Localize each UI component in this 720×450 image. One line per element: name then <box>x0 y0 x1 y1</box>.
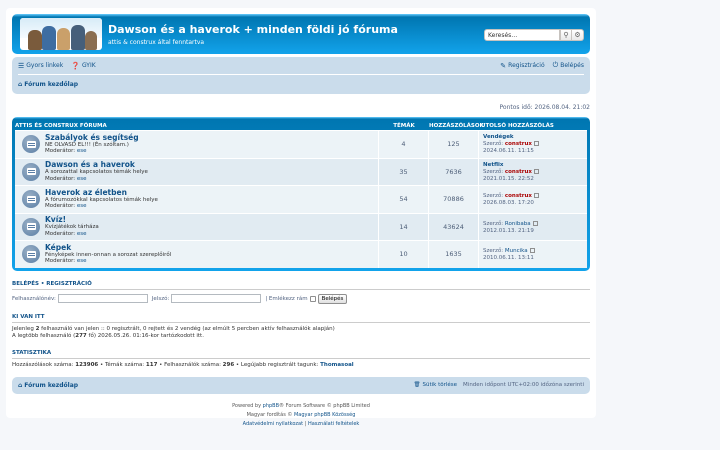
translation-link[interactable]: Magyar phpBB Közösség <box>294 412 355 418</box>
topic-count: 35 <box>379 158 429 185</box>
goto-last-post-icon[interactable] <box>533 141 539 146</box>
goto-last-post-icon[interactable] <box>532 220 538 226</box>
forum-read-icon <box>22 135 40 154</box>
question-icon: ❓ <box>71 61 80 70</box>
edit-icon: ✎ <box>500 61 507 70</box>
last-post-time: 2026.08.03. 17:20 <box>483 200 534 206</box>
last-post-title-link[interactable]: Netflix <box>483 162 583 169</box>
forum-row: Szabályok és segítség NE OLVASD EL!!! (É… <box>15 130 587 158</box>
last-post-title-link[interactable]: Vendégek <box>483 134 583 141</box>
breadcrumb-home[interactable]: ⌂ Fórum kezdőlap <box>18 81 78 88</box>
last-post-author-link[interactable]: construx <box>505 193 532 199</box>
moderator-link[interactable]: ese <box>77 148 87 154</box>
topic-count: 10 <box>379 241 429 268</box>
login-form: Felhasználónév: Jelszó: | Emlékezz rám B… <box>12 293 590 304</box>
forum-read-icon <box>22 162 40 181</box>
password-label: Jelszó: <box>151 295 170 302</box>
username-input[interactable] <box>57 294 148 303</box>
faq-link[interactable]: ❓ GYIK <box>71 62 95 70</box>
login-link[interactable]: ⏻ Belépés <box>553 61 584 70</box>
forum-row: Dawson és a haverok A sorozattal kapcsol… <box>15 157 587 185</box>
forum-row: Kvíz! Kvízjátékok tárháza Moderátor: ese… <box>15 212 587 240</box>
copyright: Powered by phpBB® Forum Software © phpBB… <box>232 402 370 427</box>
forum-read-icon <box>22 217 40 236</box>
search-box: Keresés… ⚲ ⚙ <box>484 29 584 41</box>
post-count: 1635 <box>429 241 479 268</box>
search-input[interactable]: Keresés… <box>484 29 560 41</box>
navbar: ☰ Gyors linkek ❓ GYIK ✎ Regisztráció ⏻ B… <box>12 57 590 94</box>
power-icon: ⏻ <box>552 61 559 69</box>
forum-category-title[interactable]: ATTIS ÉS CONSTRUX FÓRUMA <box>15 123 379 129</box>
forum-name-link[interactable]: Szabályok és segítség <box>45 133 139 142</box>
topic-count: 4 <box>379 131 429 158</box>
search-icon: ⚲ <box>563 31 569 39</box>
quick-links-menu[interactable]: ☰ Gyors linkek <box>18 62 63 70</box>
password-input[interactable] <box>171 294 262 303</box>
newest-member-link[interactable]: Thomasoal <box>320 362 354 368</box>
last-post-author-link[interactable]: Muncika <box>505 248 528 254</box>
goto-last-post-icon[interactable] <box>533 193 539 198</box>
post-count: 7636 <box>429 158 479 185</box>
site-title[interactable]: Dawson és a haverok + minden földi jó fó… <box>108 23 398 36</box>
moderator-link[interactable]: ese <box>77 203 87 209</box>
stats-info: Hozzászólások száma: 123906 • Témák szám… <box>12 361 354 368</box>
topic-count: 54 <box>379 186 429 213</box>
phpbb-link[interactable]: phpBB <box>263 403 279 409</box>
footer-breadcrumb-home[interactable]: ⌂ Fórum kezdőlap <box>18 382 78 389</box>
moderator-link[interactable]: ese <box>77 258 87 264</box>
last-post-time: 2012.01.13. 21:19 <box>483 227 534 234</box>
last-post-time: 2010.06.11. 13:11 <box>483 255 534 261</box>
online-section-title: KI VAN ITT <box>12 314 590 323</box>
delete-cookies-link[interactable]: 🗑 Sütik törlése <box>414 382 458 388</box>
home-icon: ⌂ <box>18 381 23 389</box>
forum-row: Haverok az életben A fórumozókkal kapcso… <box>15 185 587 213</box>
remember-me-checkbox[interactable] <box>309 295 316 302</box>
login-button[interactable]: Belépés <box>317 293 348 304</box>
post-count: 125 <box>429 131 479 158</box>
last-post-author-link[interactable]: construx <box>505 169 532 175</box>
menu-icon: ☰ <box>18 61 25 70</box>
site-description: attis & construx által fenntartva <box>108 39 205 46</box>
forum-read-icon <box>22 245 40 264</box>
stats-section-title: STATISZTIKA <box>12 350 590 359</box>
post-count: 43624 <box>429 213 479 240</box>
header-topics: TÉMÁK <box>393 122 415 129</box>
topic-count: 14 <box>379 213 429 240</box>
last-post-time: 2024.06.11. 11:15 <box>483 148 534 154</box>
gear-icon: ⚙ <box>574 31 581 39</box>
username-label: Felhasználónév: <box>12 295 56 302</box>
forum-list-header: ATTIS ÉS CONSTRUX FÓRUMA TÉMÁK HOZZÁSZÓL… <box>15 121 587 130</box>
header-last-post: UTOLSÓ HOZZÁSZÓLÁS <box>481 122 554 129</box>
forum-list: ATTIS ÉS CONSTRUX FÓRUMA TÉMÁK HOZZÁSZÓL… <box>12 117 590 271</box>
privacy-link[interactable]: Adatvédelmi nyilatkozat <box>243 421 303 427</box>
forum-row: Képek Fényképek innen-onnan a sorozat sz… <box>15 240 587 268</box>
login-section-title[interactable]: BELÉPÉS • REGISZTRÁCIÓ <box>12 281 590 290</box>
forum-read-icon <box>22 190 40 209</box>
goto-last-post-icon[interactable] <box>529 248 535 253</box>
search-button[interactable]: ⚲ <box>560 29 572 41</box>
online-info: Jelenleg 2 felhasználó van jelen :: 0 re… <box>12 325 335 339</box>
site-logo[interactable] <box>20 18 102 50</box>
goto-last-post-icon[interactable] <box>533 168 539 174</box>
advanced-search-button[interactable]: ⚙ <box>572 29 584 41</box>
last-post-author-link[interactable]: Ronibaba <box>505 221 531 227</box>
forum-name-link[interactable]: Haverok az életben <box>45 188 158 197</box>
moderator-link[interactable]: ese <box>77 231 87 237</box>
last-post-time: 2021.01.15. 22:52 <box>483 175 534 182</box>
forum-name-link[interactable]: Képek <box>45 243 171 252</box>
terms-link[interactable]: Használati feltételek <box>308 421 359 427</box>
page-wrap: Dawson és a haverok + minden földi jó fó… <box>6 8 596 427</box>
moderator-link[interactable]: ese <box>77 176 87 182</box>
post-count: 70886 <box>429 186 479 213</box>
remember-label: | Emlékezz rám <box>265 295 308 302</box>
footer-navbar: ⌂ Fórum kezdőlap 🗑 Sütik törlése Minden i… <box>12 376 590 394</box>
site-header: Dawson és a haverok + minden földi jó fó… <box>12 14 590 54</box>
home-icon: ⌂ <box>18 80 23 88</box>
current-time: Pontos idő: 2026.08.04. 21:02 <box>499 104 590 111</box>
last-post-author-link[interactable]: construx <box>505 141 532 147</box>
trash-icon: 🗑 <box>413 382 421 388</box>
timezone-info: Minden időpont UTC+02:00 időzóna szerint… <box>463 382 584 388</box>
register-link[interactable]: ✎ Regisztráció <box>500 61 544 70</box>
header-posts: HOZZÁSZÓLÁSOK <box>429 122 484 129</box>
